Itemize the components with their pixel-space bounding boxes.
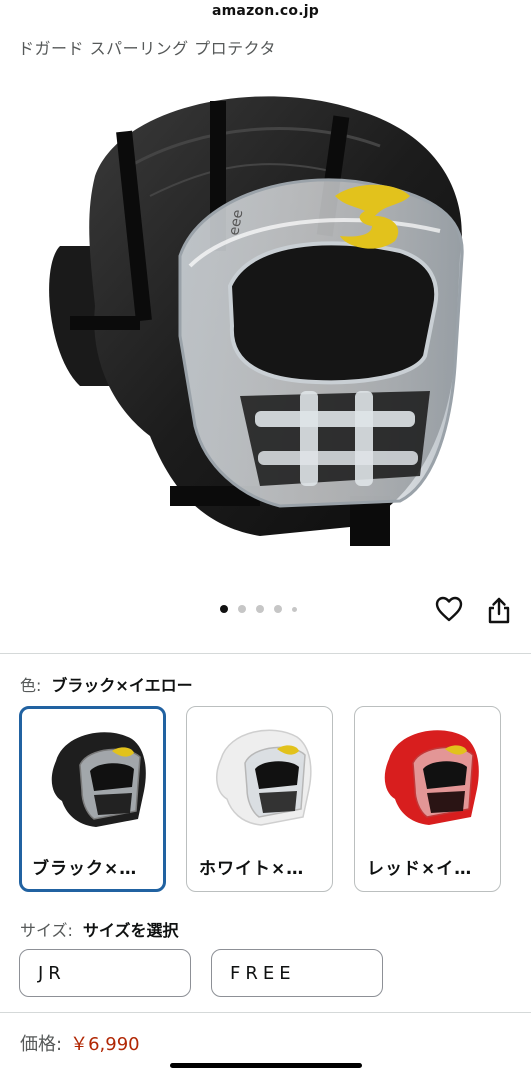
size-option-jr[interactable]: JR	[19, 949, 191, 997]
color-option-black[interactable]: ブラック×…	[19, 706, 166, 892]
carousel-dot[interactable]	[274, 605, 282, 613]
section-divider	[0, 1012, 531, 1013]
selected-color: ブラック×イエロー	[51, 676, 193, 695]
home-indicator[interactable]	[170, 1063, 362, 1068]
size-label: サイズ:	[20, 921, 73, 940]
size-option-label: FREE	[230, 963, 296, 984]
price-row: 価格: ￥6,990	[20, 1030, 140, 1056]
color-label: 色:	[20, 676, 42, 695]
helmet-thumbnail-black	[51, 732, 146, 827]
color-option-label: ホワイト×…	[199, 859, 305, 879]
carousel-dot[interactable]	[220, 605, 228, 613]
price-value: ￥6,990	[70, 1034, 140, 1055]
color-option-label: レッド×イ…	[367, 859, 473, 879]
size-option-label: JR	[38, 963, 66, 984]
color-label-row: 色: ブラック×イエロー	[20, 672, 193, 696]
carousel-dot[interactable]	[238, 605, 246, 613]
share-button[interactable]	[483, 594, 515, 626]
color-option-red[interactable]: レッド×イ…	[354, 706, 501, 892]
helmet-thumbnail-white	[215, 729, 312, 826]
url-domain: amazon.co.jp	[212, 3, 319, 19]
carousel-dot[interactable]	[256, 605, 264, 613]
size-label-row: サイズ: サイズを選択	[20, 917, 178, 941]
url-bar[interactable]: amazon.co.jp	[0, 0, 531, 30]
carousel-indicator[interactable]	[220, 603, 320, 615]
carousel-dot[interactable]	[292, 606, 297, 612]
wishlist-button[interactable]	[433, 593, 465, 625]
product-image[interactable]: eee	[0, 56, 531, 596]
color-option-white[interactable]: ホワイト×…	[186, 706, 333, 892]
size-option-free[interactable]: FREE	[211, 949, 383, 997]
price-label: 価格:	[20, 1034, 63, 1055]
color-option-label: ブラック×…	[32, 859, 138, 879]
heart-icon	[435, 596, 463, 622]
section-divider	[0, 653, 531, 654]
share-icon	[488, 597, 510, 624]
selected-size: サイズを選択	[82, 921, 179, 940]
helmet-thumbnail-red	[384, 730, 479, 825]
